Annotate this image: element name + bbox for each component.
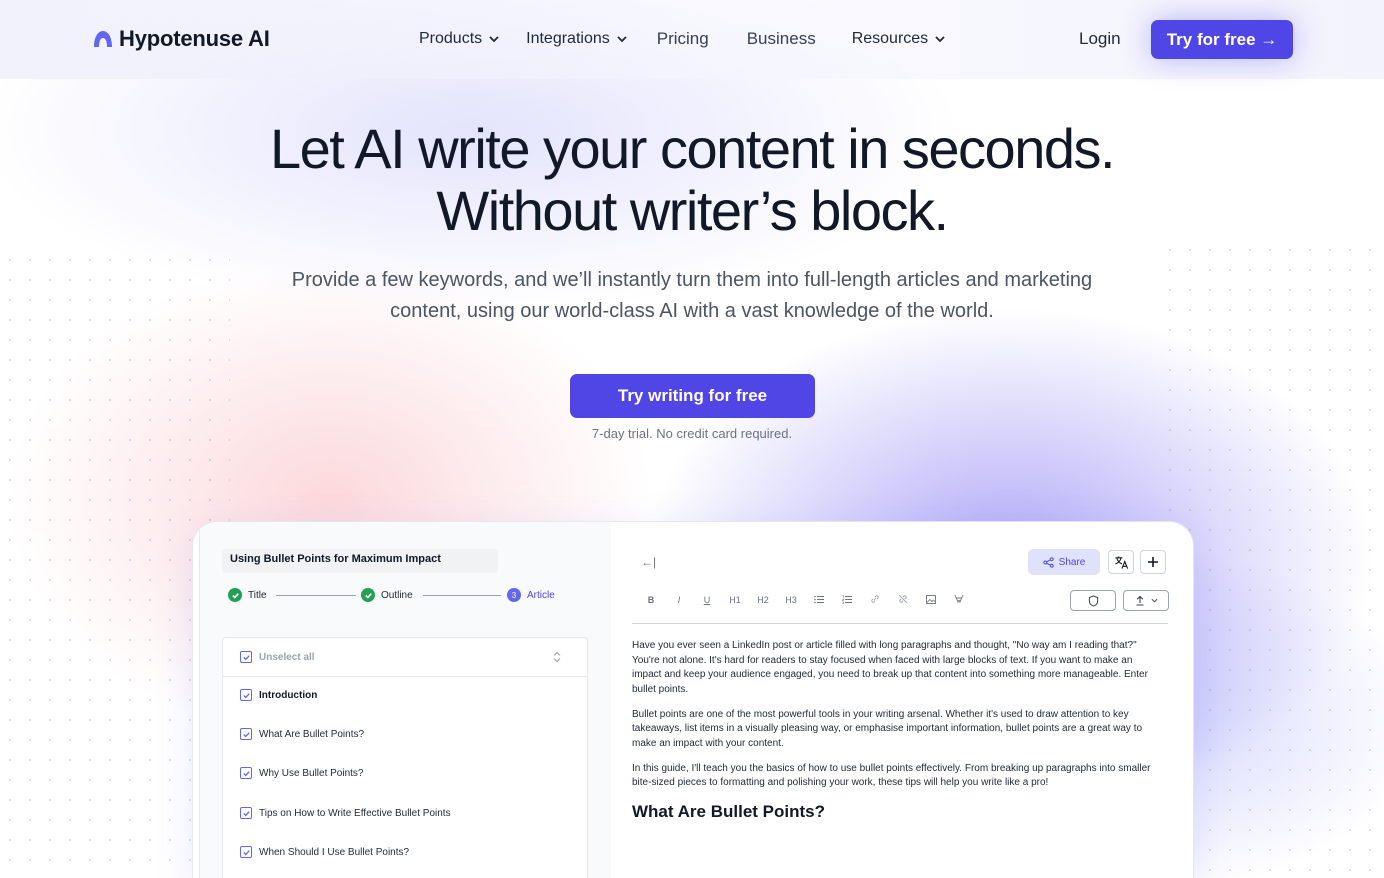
clear-format-icon[interactable]: [945, 594, 973, 606]
outline-item-label: Introduction: [259, 689, 318, 701]
share-icon: [1042, 556, 1054, 568]
logo-icon: [94, 31, 112, 47]
unlink-icon[interactable]: [889, 594, 917, 606]
plus-icon: [1148, 557, 1158, 567]
step-label: Article: [527, 589, 555, 601]
step-title[interactable]: Title: [228, 588, 267, 602]
article-paragraph: Bullet points are one of the most powerf…: [632, 708, 1143, 749]
hero-title: Let AI write your content in seconds. Wi…: [0, 118, 1384, 242]
shield-button[interactable]: [1070, 590, 1116, 611]
translate-button[interactable]: [1108, 550, 1134, 574]
bold-button[interactable]: B: [637, 595, 665, 605]
document-title[interactable]: Using Bullet Points for Maximum Impact: [222, 549, 498, 573]
chevron-down-icon: [935, 36, 945, 43]
underline-button[interactable]: U: [693, 595, 721, 605]
dot-pattern-right: [1160, 240, 1384, 878]
step-connector: [276, 595, 356, 596]
export-button[interactable]: [1123, 590, 1169, 611]
hero-title-line1: Let AI write your content in seconds.: [269, 117, 1116, 180]
heading2-button[interactable]: H2: [749, 595, 777, 605]
article-paragraph: In this guide, I'll teach you the basics…: [632, 762, 1151, 789]
checkbox-icon[interactable]: [240, 846, 252, 858]
chevron-down-icon: [489, 36, 499, 43]
hero-subtitle-line1: Provide a few keywords, and we’ll instan…: [291, 269, 1093, 291]
step-connector: [423, 595, 501, 596]
unselect-all-row[interactable]: Unselect all: [223, 638, 587, 677]
outline-item-label: Tips on How to Write Effective Bullet Po…: [259, 807, 451, 819]
heading1-button[interactable]: H1: [721, 595, 749, 605]
menu-label: Resources: [851, 30, 929, 47]
bullet-list-icon[interactable]: [805, 595, 833, 606]
outline-item[interactable]: When Should I Use Bullet Points?: [240, 846, 409, 858]
check-icon: [228, 588, 242, 602]
unselect-all-label: Unselect all: [259, 651, 315, 663]
logo-text: Hypotenuse AI: [119, 26, 270, 51]
editor-pane: ←| Share B I U H1 H2 H3 Have you ever se…: [611, 522, 1193, 878]
check-icon: [361, 588, 375, 602]
main-menu: Products Integrations Pricing Business R…: [419, 29, 946, 49]
outline-item-label: Why Use Bullet Points?: [259, 767, 364, 779]
share-label: Share: [1058, 556, 1086, 568]
menu-label: Integrations: [526, 30, 610, 47]
translate-icon: [1114, 555, 1128, 569]
menu-integrations[interactable]: Integrations: [526, 30, 628, 48]
image-icon[interactable]: [917, 594, 945, 606]
menu-business[interactable]: Business: [747, 29, 816, 49]
outline-item-label: What Are Bullet Points?: [259, 728, 365, 740]
italic-button[interactable]: I: [665, 595, 693, 605]
article-body[interactable]: Have you ever seen a LinkedIn post or ar…: [632, 639, 1152, 823]
checkbox-icon[interactable]: [240, 767, 252, 779]
step-label: Title: [248, 589, 267, 601]
toolbar-divider: [632, 623, 1168, 624]
chevron-down-icon: [1151, 598, 1157, 603]
menu-resources[interactable]: Resources: [852, 30, 946, 48]
step-number: 3: [507, 588, 521, 602]
trial-note: 7-day trial. No credit card required.: [591, 426, 793, 441]
logo[interactable]: Hypotenuse AI: [93, 26, 270, 52]
outline-item[interactable]: What Are Bullet Points?: [240, 728, 364, 740]
login-link[interactable]: Login: [1079, 29, 1121, 49]
menu-label: Pricing: [656, 29, 709, 48]
app-preview: Using Bullet Points for Maximum Impact T…: [193, 522, 1193, 878]
try-writing-for-free-button[interactable]: Try writing for free: [570, 374, 815, 418]
menu-products[interactable]: Products: [419, 30, 500, 48]
outline-item[interactable]: Introduction: [240, 689, 317, 701]
numbered-list-icon[interactable]: [833, 594, 861, 606]
menu-label: Business: [746, 29, 816, 48]
step-outline[interactable]: Outline: [361, 588, 413, 602]
format-toolbar: B I U H1 H2 H3: [637, 594, 973, 606]
link-icon[interactable]: [861, 594, 889, 606]
checkbox-icon[interactable]: [240, 689, 252, 701]
outline-item[interactable]: Tips on How to Write Effective Bullet Po…: [240, 807, 451, 819]
expand-collapse-icon[interactable]: [552, 651, 562, 663]
article-heading: What Are Bullet Points?: [632, 802, 825, 821]
checkbox-icon[interactable]: [240, 728, 252, 740]
progress-steps: Title Outline 3 Article: [228, 588, 608, 604]
upload-icon: [1136, 595, 1143, 606]
checkbox-icon[interactable]: [240, 807, 252, 819]
hero-subtitle: Provide a few keywords, and we’ll instan…: [0, 265, 1384, 327]
hero-title-line2: Without writer’s block.: [436, 179, 949, 242]
step-label: Outline: [381, 589, 413, 601]
article-paragraph: Have you ever seen a LinkedIn post or ar…: [632, 640, 1148, 695]
step-article[interactable]: 3 Article: [507, 588, 555, 602]
checkbox-icon[interactable]: [240, 651, 252, 663]
try-for-free-button[interactable]: Try for free →: [1151, 20, 1293, 59]
shield-icon: [1088, 594, 1098, 607]
chevron-down-icon: [617, 36, 627, 43]
outline-list: Unselect all Introduction What Are Bulle…: [222, 637, 588, 878]
outline-item-label: When Should I Use Bullet Points?: [259, 846, 410, 858]
share-button[interactable]: Share: [1028, 549, 1100, 575]
add-button[interactable]: [1140, 550, 1166, 574]
menu-label: Products: [419, 30, 483, 47]
outline-sidebar: Using Bullet Points for Maximum Impact T…: [199, 522, 611, 878]
top-nav: Hypotenuse AI Products Integrations Pric…: [0, 0, 1384, 79]
outline-item[interactable]: Why Use Bullet Points?: [240, 767, 364, 779]
collapse-sidebar-icon[interactable]: ←|: [641, 555, 656, 569]
menu-pricing[interactable]: Pricing: [657, 29, 709, 49]
hero-subtitle-line2: content, using our world-class AI with a…: [390, 300, 994, 322]
heading3-button[interactable]: H3: [777, 595, 805, 605]
